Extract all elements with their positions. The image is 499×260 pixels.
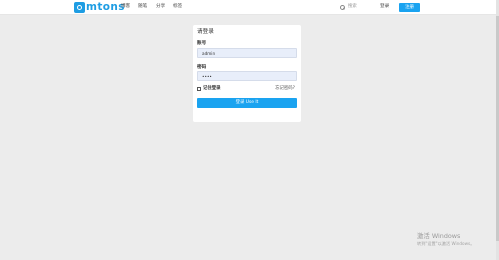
site-logo[interactable]: mtons bbox=[74, 2, 125, 13]
nav-item-tags[interactable]: 标签 bbox=[173, 4, 182, 10]
nav-item-notes[interactable]: 随笔 bbox=[138, 4, 147, 10]
username-label: 账号 bbox=[197, 41, 207, 46]
top-navbar: mtons 博客 随笔 分享 标签 搜索 登录 注册 bbox=[0, 0, 499, 15]
search-box[interactable]: 搜索 bbox=[340, 4, 357, 10]
nav-item-blog[interactable]: 博客 bbox=[121, 4, 130, 10]
remember-label: 记住登录 bbox=[203, 86, 221, 91]
login-link[interactable]: 登录 bbox=[380, 4, 389, 10]
password-field[interactable]: •••• bbox=[197, 71, 297, 81]
search-input[interactable]: 搜索 bbox=[348, 4, 357, 10]
register-button[interactable]: 注册 bbox=[399, 3, 420, 12]
forgot-password-link[interactable]: 忘记密码? bbox=[275, 86, 295, 92]
login-card: 请登录 账号 admin 密码 •••• 记住登录 忘记密码? 登录 Use I… bbox=[193, 25, 301, 122]
username-field[interactable]: admin bbox=[197, 48, 297, 58]
remember-login[interactable]: 记住登录 bbox=[197, 86, 221, 92]
nav-item-share[interactable]: 分享 bbox=[156, 4, 165, 10]
activation-watermark-title: 激活 Windows bbox=[417, 232, 461, 240]
login-title: 请登录 bbox=[197, 29, 214, 35]
logo-icon bbox=[74, 2, 85, 13]
activation-watermark-text: 转到"设置"以激活 Windows。 bbox=[417, 241, 475, 246]
logo-text: mtons bbox=[86, 1, 125, 13]
remember-checkbox[interactable] bbox=[197, 87, 201, 91]
login-submit-button[interactable]: 登录 Use It bbox=[197, 98, 297, 108]
search-icon[interactable] bbox=[340, 4, 345, 10]
